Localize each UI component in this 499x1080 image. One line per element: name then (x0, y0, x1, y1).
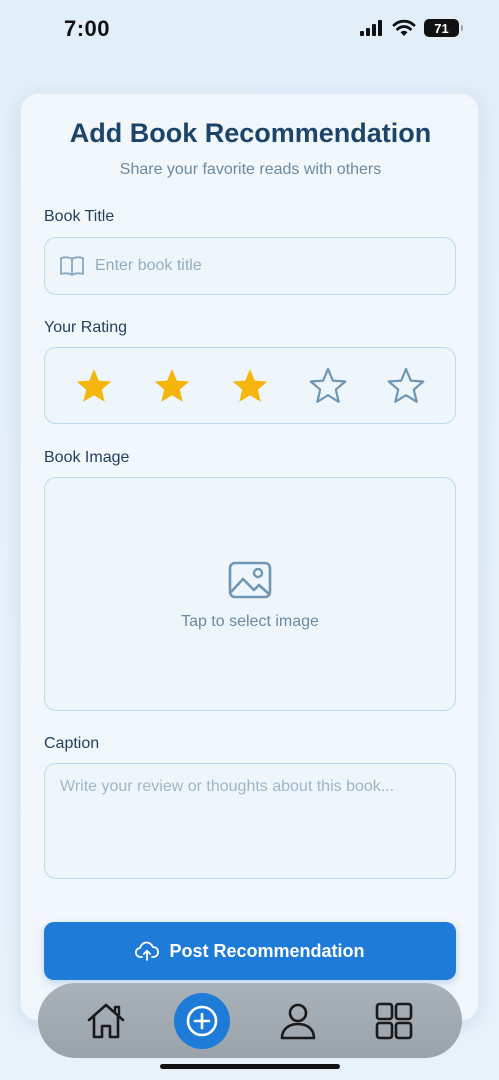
cellular-signal-icon (360, 20, 382, 36)
nav-home[interactable] (78, 993, 134, 1049)
status-icons: 71 (360, 19, 463, 37)
caption-input[interactable] (45, 764, 455, 878)
status-time: 7:00 (64, 16, 111, 41)
star-empty-icon[interactable] (308, 366, 348, 406)
post-button-label: Post Recommendation (169, 940, 365, 961)
caption-label: Caption (44, 735, 100, 752)
home-indicator (160, 1064, 340, 1069)
star-filled-icon[interactable] (230, 366, 270, 406)
book-title-input[interactable] (95, 238, 445, 294)
post-recommendation-button[interactable]: Post Recommendation (44, 922, 456, 980)
page-title: Add Book Recommendation (69, 118, 432, 148)
rating-label: Your Rating (44, 319, 128, 336)
image-picker-prompt: Tap to select image (181, 613, 319, 630)
book-icon (60, 256, 84, 276)
plus-circle-icon (186, 1005, 218, 1036)
image-icon (228, 561, 272, 599)
book-image-label: Book Image (44, 449, 130, 466)
book-title-field[interactable] (44, 237, 456, 295)
nav-add[interactable] (174, 992, 230, 1049)
star-filled-icon[interactable] (74, 366, 114, 406)
status-bar: 7:00 71 (0, 0, 499, 60)
wifi-icon (392, 19, 416, 36)
star-filled-icon[interactable] (152, 366, 192, 406)
rating-field (44, 347, 456, 424)
book-title-label: Book Title (44, 208, 115, 225)
caption-field[interactable] (44, 763, 456, 879)
nav-grid[interactable] (366, 993, 422, 1049)
star-empty-icon[interactable] (386, 366, 426, 406)
bottom-nav (38, 983, 462, 1058)
grid-icon (375, 1002, 413, 1039)
cloud-upload-icon (135, 941, 160, 961)
nav-profile[interactable] (270, 993, 326, 1049)
recommendation-form-card: Add Book Recommendation Share your favor… (20, 93, 479, 1021)
image-picker[interactable]: Tap to select image (44, 477, 456, 711)
page-subtitle: Share your favorite reads with others (119, 161, 382, 178)
battery-icon: 71 (424, 19, 463, 37)
user-icon (280, 1003, 316, 1039)
home-icon (87, 1003, 125, 1038)
